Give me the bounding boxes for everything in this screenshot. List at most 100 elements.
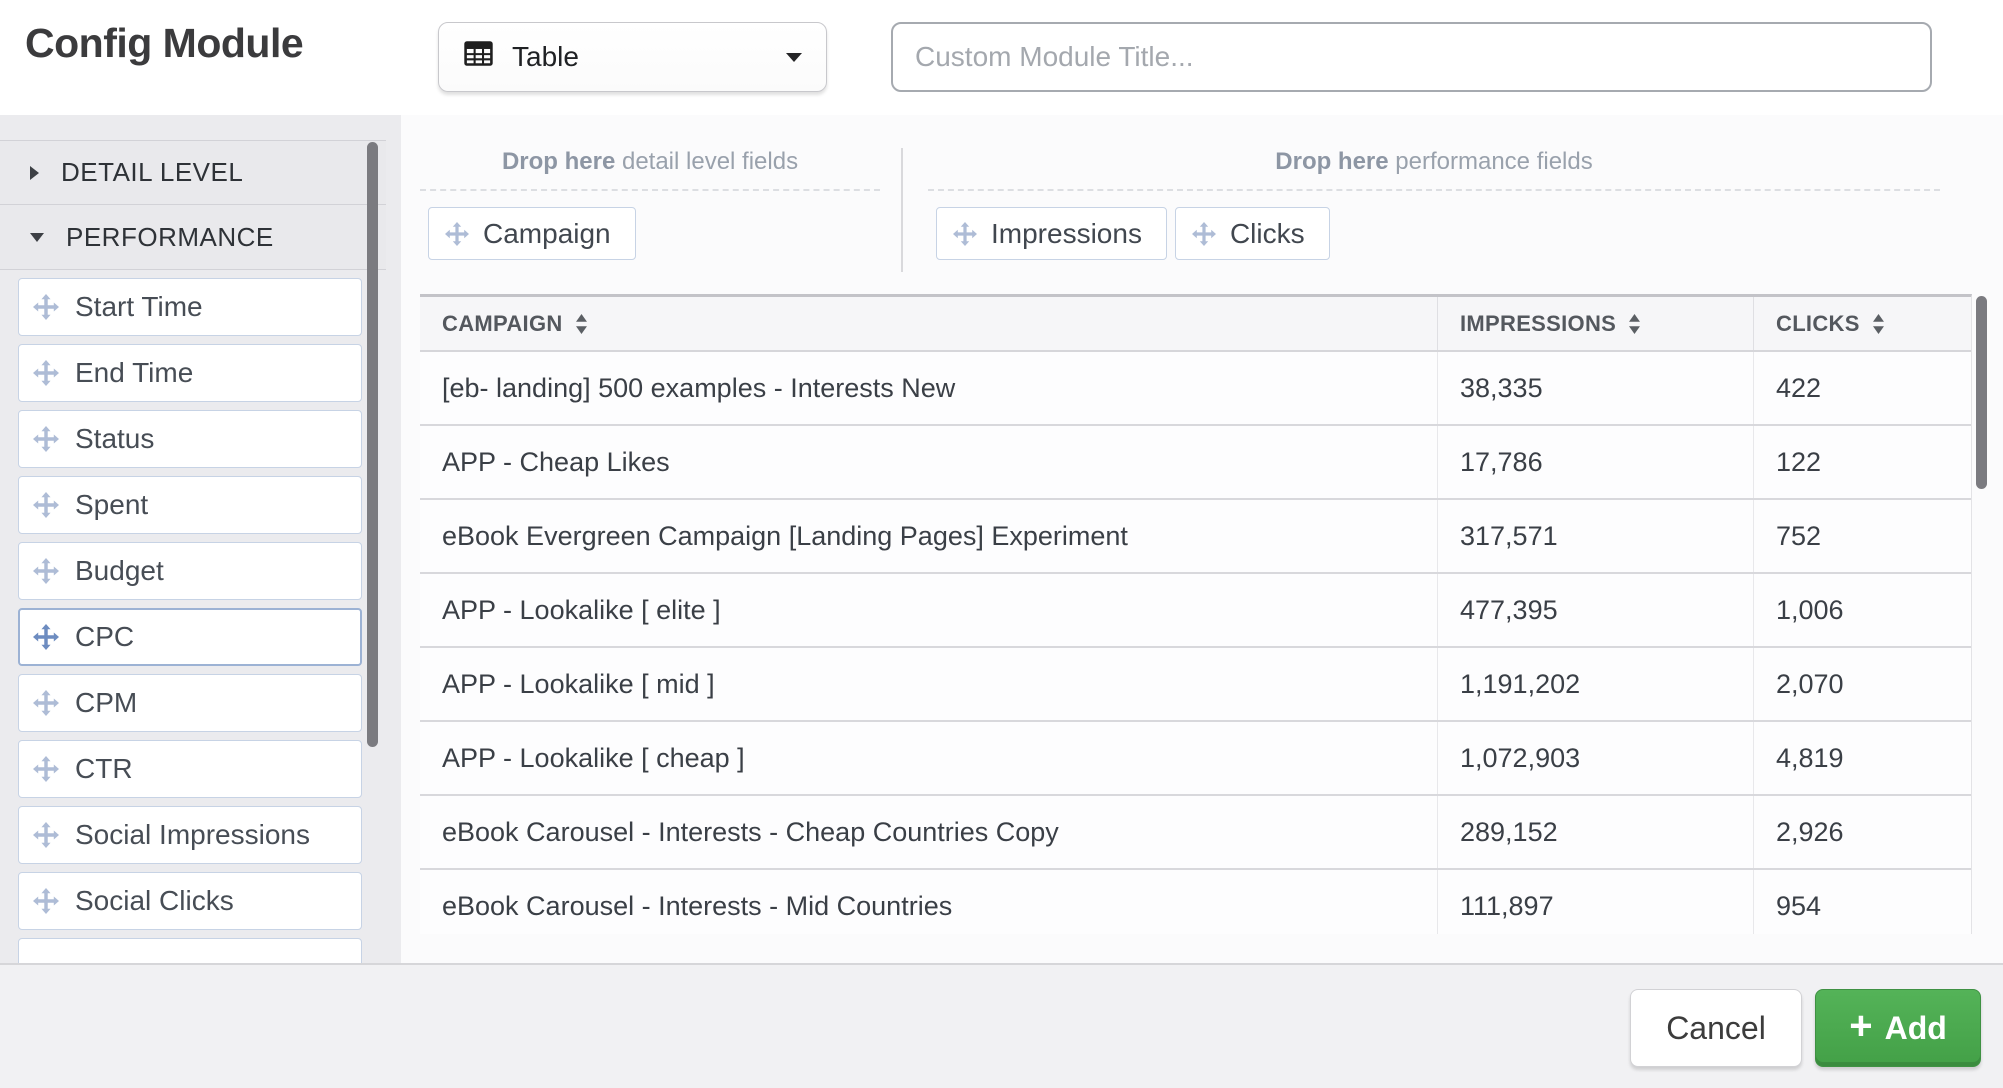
move-icon (33, 558, 59, 584)
sort-icon (575, 313, 588, 334)
chevron-down-icon (786, 52, 802, 62)
module-type-value: Table (512, 41, 579, 72)
chip-label: Impressions (991, 217, 1142, 249)
field-label: Social Clicks (75, 885, 234, 916)
table-row: APP - Lookalike [ mid ] 1,191,202 2,070 (420, 648, 1971, 722)
config-module-dialog: Config Module Table DETAIL LEVEL (0, 0, 2003, 1088)
move-icon (33, 360, 59, 386)
detail-chips: Campaign (420, 207, 880, 260)
dropzone-detail-level[interactable]: Drop here detail level fields Campaign (420, 148, 880, 260)
draggable-field[interactable]: Social Clicks (18, 872, 362, 930)
draggable-field[interactable]: CPC (18, 608, 362, 666)
caret-down-icon (30, 232, 44, 242)
sidebar-section-performance[interactable]: PERFORMANCE (0, 205, 386, 270)
module-type-dropdown[interactable]: Table (438, 22, 827, 92)
table-icon (463, 38, 494, 76)
draggable-field[interactable]: Status (18, 410, 362, 468)
cell-impressions: 477,395 (1437, 574, 1753, 646)
cell-clicks: 2,070 (1753, 648, 1971, 720)
cell-clicks: 2,926 (1753, 796, 1971, 868)
cancel-button[interactable]: Cancel (1630, 989, 1802, 1067)
field-chip[interactable]: Impressions (936, 207, 1167, 260)
move-icon (33, 294, 59, 320)
draggable-field[interactable]: Start Time (18, 278, 362, 336)
cell-clicks: 4,819 (1753, 722, 1971, 794)
cell-impressions: 289,152 (1437, 796, 1753, 868)
move-icon (1191, 221, 1216, 246)
field-label: Social Impressions (75, 819, 310, 850)
table-row: eBook Carousel - Interests - Cheap Count… (420, 796, 1971, 870)
sidebar-sections: DETAIL LEVEL PERFORMANCE (0, 140, 386, 270)
cell-campaign: APP - Lookalike [ cheap ] (442, 742, 745, 773)
field-chip[interactable]: Campaign (428, 207, 636, 260)
cell-clicks: 422 (1753, 352, 1971, 424)
field-label: Start Time (75, 291, 203, 322)
move-icon (33, 426, 59, 452)
preview-table: CAMPAIGN IMPRESSIONS CLICKS [eb- landing… (420, 294, 1972, 934)
field-label: CPC (75, 621, 135, 652)
move-icon (33, 492, 59, 518)
draggable-field[interactable]: Spent (18, 476, 362, 534)
sidebar-scrollbar[interactable] (367, 142, 378, 747)
dropzone-performance-label: Drop here performance fields (928, 148, 1940, 191)
cell-campaign: eBook Carousel - Interests - Mid Countri… (442, 890, 953, 921)
move-icon (33, 822, 59, 848)
field-label: End Time (75, 357, 194, 388)
draggable-field[interactable]: CPM (18, 674, 362, 732)
move-icon (953, 221, 977, 246)
cell-impressions: 317,571 (1437, 500, 1753, 572)
topbar: Config Module Table (0, 0, 2003, 115)
sidebar-section-detail-level[interactable]: DETAIL LEVEL (0, 140, 386, 205)
dropzone-detail-label: Drop here detail level fields (420, 148, 880, 191)
table-scrollbar[interactable] (1976, 296, 1987, 489)
cell-clicks: 1,006 (1753, 574, 1971, 646)
table-row: [eb- landing] 500 examples - Interests N… (420, 352, 1971, 426)
cell-clicks: 752 (1753, 500, 1971, 572)
custom-title-input[interactable] (891, 22, 1932, 92)
sort-icon (1872, 313, 1885, 334)
page-title: Config Module (25, 20, 304, 66)
field-chip[interactable]: Clicks (1174, 207, 1330, 260)
cell-clicks: 122 (1753, 426, 1971, 498)
dropzone-divider (901, 148, 903, 272)
dialog-footer: Cancel + Add (0, 963, 2003, 1088)
draggable-field[interactable]: Budget (18, 542, 362, 600)
draggable-field[interactable]: CTR (18, 740, 362, 798)
table-row: APP - Lookalike [ elite ] 477,395 1,006 (420, 574, 1971, 648)
field-label: Spent (75, 489, 149, 520)
draggable-field[interactable]: Social Impressions (18, 806, 362, 864)
table-row: eBook Carousel - Interests - Mid Countri… (420, 870, 1971, 934)
column-header-impressions[interactable]: IMPRESSIONS (1437, 297, 1753, 350)
column-header-campaign[interactable]: CAMPAIGN (420, 297, 1437, 350)
draggable-field[interactable]: End Time (18, 344, 362, 402)
chip-label: Campaign (483, 217, 611, 249)
plus-icon: + (1849, 1004, 1873, 1048)
cell-impressions: 1,072,903 (1437, 722, 1753, 794)
field-label: Budget (75, 555, 164, 586)
field-label: CPM (75, 687, 138, 718)
dropzone-performance[interactable]: Drop here performance fields Impressions (928, 148, 1940, 260)
fields-sidebar: DETAIL LEVEL PERFORMANCE Start Time End … (0, 115, 401, 963)
cell-clicks: 954 (1753, 870, 1971, 934)
move-icon (33, 690, 59, 716)
add-button[interactable]: + Add (1815, 989, 1981, 1067)
field-label: CTR (75, 753, 133, 784)
table-row: APP - Cheap Likes 17,786 122 (420, 426, 1971, 500)
move-icon (33, 888, 59, 914)
field-list: Start Time End Time Status Spent Budget … (18, 278, 362, 963)
cell-campaign: APP - Lookalike [ elite ] (442, 594, 721, 625)
module-config-main: Drop here detail level fields Campaign D… (401, 115, 2003, 963)
cell-impressions: 38,335 (1437, 352, 1753, 424)
cell-campaign: [eb- landing] 500 examples - Interests N… (442, 372, 956, 403)
cell-campaign: eBook Evergreen Campaign [Landing Pages]… (442, 520, 1128, 551)
chip-label: Clicks (1229, 217, 1305, 249)
table-header: CAMPAIGN IMPRESSIONS CLICKS (420, 297, 1971, 352)
move-icon (33, 756, 59, 782)
sort-icon (1628, 313, 1641, 334)
section-label: PERFORMANCE (66, 221, 274, 252)
move-icon (33, 624, 59, 650)
field-label: Status (75, 423, 155, 454)
cell-impressions: 111,897 (1437, 870, 1753, 934)
column-header-clicks[interactable]: CLICKS (1753, 297, 1971, 350)
draggable-field-partial[interactable] (18, 938, 362, 963)
